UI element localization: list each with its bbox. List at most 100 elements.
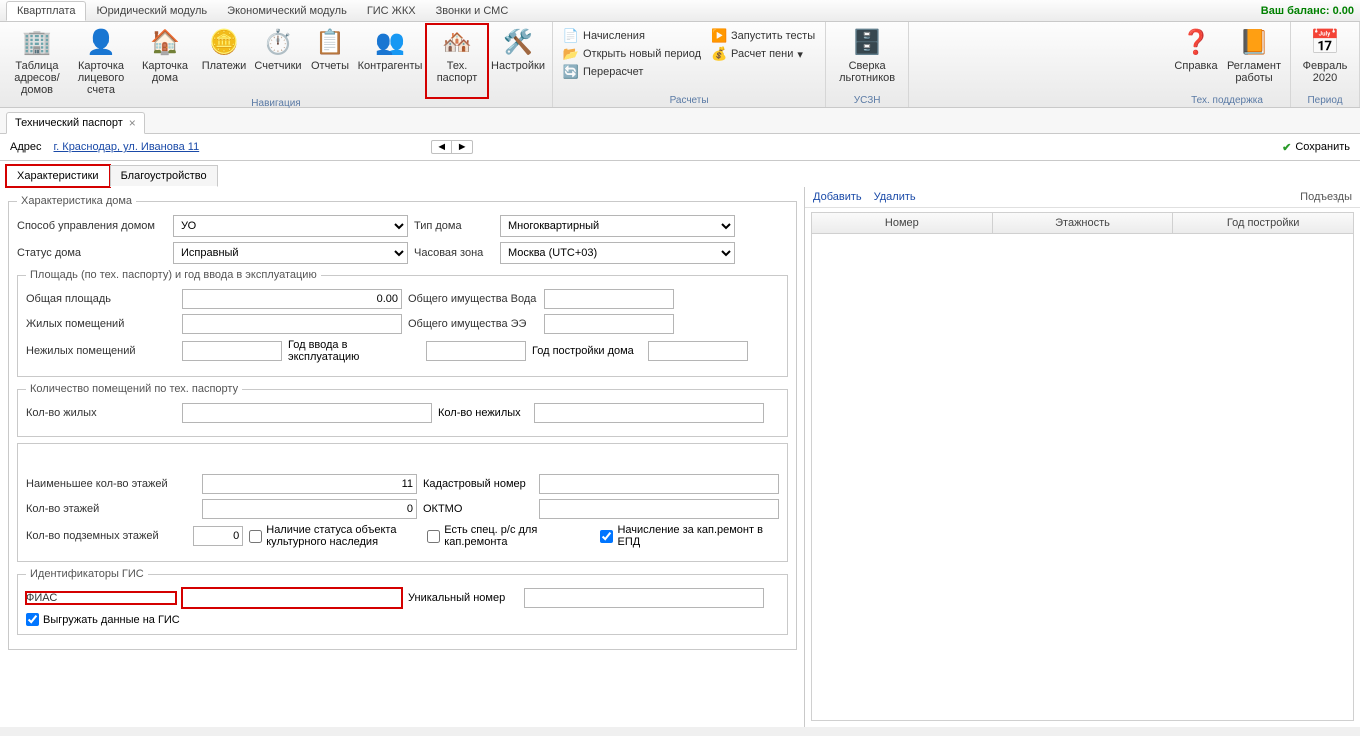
top-tab-calls[interactable]: Звонки и СМС [426,2,519,20]
btn-counterparties[interactable]: 👥Контрагенты [356,24,424,98]
label-mgmt: Способ управления домом [17,220,167,232]
btn-add[interactable]: Добавить [813,191,862,203]
btn-recalc[interactable]: 🔄Перерасчет [563,64,701,80]
input-minfloors[interactable] [202,474,417,494]
book-icon: 📙 [1238,26,1270,58]
input-underfloors[interactable] [193,526,243,546]
input-count-nonres[interactable] [534,403,764,423]
col-year[interactable]: Год постройки [1173,213,1353,233]
col-number[interactable]: Номер [812,213,993,233]
btn-uszn[interactable]: 🗄️Сверка льготников [832,24,902,95]
subtab-amenities[interactable]: Благоустройство [110,165,218,187]
group-house: Характеристика дома Способ управления до… [8,195,797,650]
btn-account-card[interactable]: 👤Карточка лицевого счета [70,24,132,98]
btn-period[interactable]: 📅Февраль 2020 [1297,24,1353,95]
btn-accruals[interactable]: 📄Начисления [563,28,701,44]
label-minfloors: Наименьшее кол-во этажей [26,478,196,490]
check-spec-account[interactable]: Есть спец. р/с для кап.ремонта [427,524,594,548]
check-heritage[interactable]: Наличие статуса объекта культурного насл… [249,524,421,548]
calendar-icon: 📅 [1309,26,1341,58]
btn-reglament[interactable]: 📙Регламент работы [1224,24,1284,95]
input-cadastral[interactable] [539,474,779,494]
address-bar: Адрес г. Краснодар, ул. Иванова 11 ◄ ► ✔… [0,134,1360,161]
label-underfloors: Кол-во подземных этажей [26,530,187,542]
check-epd[interactable]: Начисление за кап.ремонт в ЕПД [600,524,779,548]
right-header: Добавить Удалить Подъезды [805,187,1360,208]
doc-tabstrip: Технический паспорт × [0,108,1360,134]
doc-tab-techpassport[interactable]: Технический паспорт × [6,112,145,134]
input-residential[interactable] [182,314,402,334]
input-count-res[interactable] [182,403,432,423]
db-icon: 🗄️ [851,26,883,58]
select-type[interactable]: Многоквартирный [500,215,735,237]
label-residential: Жилых помещений [26,318,176,330]
record-nav: ◄ ► [431,140,473,154]
label-buildyear: Год постройки дома [532,345,642,357]
input-nonresidential[interactable] [182,341,282,361]
input-floors[interactable] [202,499,417,519]
btn-meters[interactable]: ⏱️Счетчики [252,24,304,98]
input-buildyear[interactable] [648,341,748,361]
grid-body[interactable] [811,234,1354,721]
btn-settings[interactable]: 🛠️Настройки [490,24,546,98]
btn-reports[interactable]: 📋Отчеты [306,24,354,98]
btn-address-table[interactable]: 🏢Таблица адресов/домов [6,24,68,98]
subtab-characteristics[interactable]: Характеристики [6,165,110,187]
group-label-support: Тех. поддержка [1191,95,1263,107]
prev-button[interactable]: ◄ [432,141,452,153]
input-oktmo[interactable] [539,499,779,519]
btn-run-tests[interactable]: ▶️Запустить тесты [711,28,815,44]
label-floors: Кол-во этажей [26,503,196,515]
btn-help[interactable]: ❓Справка [1170,24,1222,95]
btn-open-period[interactable]: 📂Открыть новый период [563,46,701,62]
person-icon: 👤 [85,26,117,58]
select-tz[interactable]: Москва (UTC+03) [500,242,735,264]
ribbon: 🏢Таблица адресов/домов 👤Карточка лицевог… [0,22,1360,108]
tools-icon: 🛠️ [502,26,534,58]
btn-penalty[interactable]: 💰Расчет пени ▾ [711,46,815,62]
next-button[interactable]: ► [452,141,472,153]
label-total-area: Общая площадь [26,293,176,305]
select-status[interactable]: Исправный [173,242,408,264]
check-export-gis[interactable]: Выгружать данные на ГИС [26,613,779,626]
label-ee: Общего имущества ЭЭ [408,318,538,330]
col-floors[interactable]: Этажность [993,213,1174,233]
right-title: Подъезды [1300,191,1352,203]
input-unique[interactable] [524,588,764,608]
input-water[interactable] [544,289,674,309]
label-status: Статус дома [17,247,167,259]
address-link[interactable]: г. Краснодар, ул. Иванова 11 [54,141,200,153]
input-year[interactable] [426,341,526,361]
group-label-period: Период [1307,95,1342,107]
top-tab-kvartplata[interactable]: Квартплата [6,1,86,21]
label-oktmo: ОКТМО [423,503,533,515]
check-icon: ✔ [1282,141,1291,154]
label-type: Тип дома [414,220,494,232]
house-icon: 🏠 [149,26,181,58]
btn-payments[interactable]: 🪙Платежи [198,24,250,98]
select-mgmt[interactable]: УО [173,215,408,237]
save-button[interactable]: ✔ Сохранить [1282,141,1350,154]
house-doc-icon: 🏘️ [441,26,473,58]
label-count-nonres: Кол-во нежилых [438,407,528,419]
doc-tab-label: Технический паспорт [15,117,123,129]
btn-delete[interactable]: Удалить [874,191,916,203]
group-floors: Наименьшее кол-во этажей Кадастровый ном… [17,443,788,562]
btn-house-card[interactable]: 🏠Карточка дома [134,24,196,98]
close-icon[interactable]: × [129,116,136,130]
top-tab-legal[interactable]: Юридический модуль [86,2,217,20]
coins-icon: 🪙 [208,26,240,58]
input-fias[interactable] [182,588,402,608]
input-total-area[interactable] [182,289,402,309]
top-tab-economic[interactable]: Экономический модуль [217,2,357,20]
buildings-icon: 🏢 [21,26,53,58]
address-label: Адрес [10,141,42,153]
btn-tech-passport[interactable]: 🏘️Тех. паспорт [426,24,488,98]
label-cadastral: Кадастровый номер [423,478,533,490]
input-ee[interactable] [544,314,674,334]
label-fias: ФИАС [26,592,176,604]
top-tab-gis[interactable]: ГИС ЖКХ [357,2,426,20]
left-panel: Характеристика дома Способ управления до… [0,187,805,727]
group-gis: Идентификаторы ГИС ФИАС Уникальный номер… [17,568,788,635]
label-nonresidential: Нежилых помещений [26,345,176,357]
